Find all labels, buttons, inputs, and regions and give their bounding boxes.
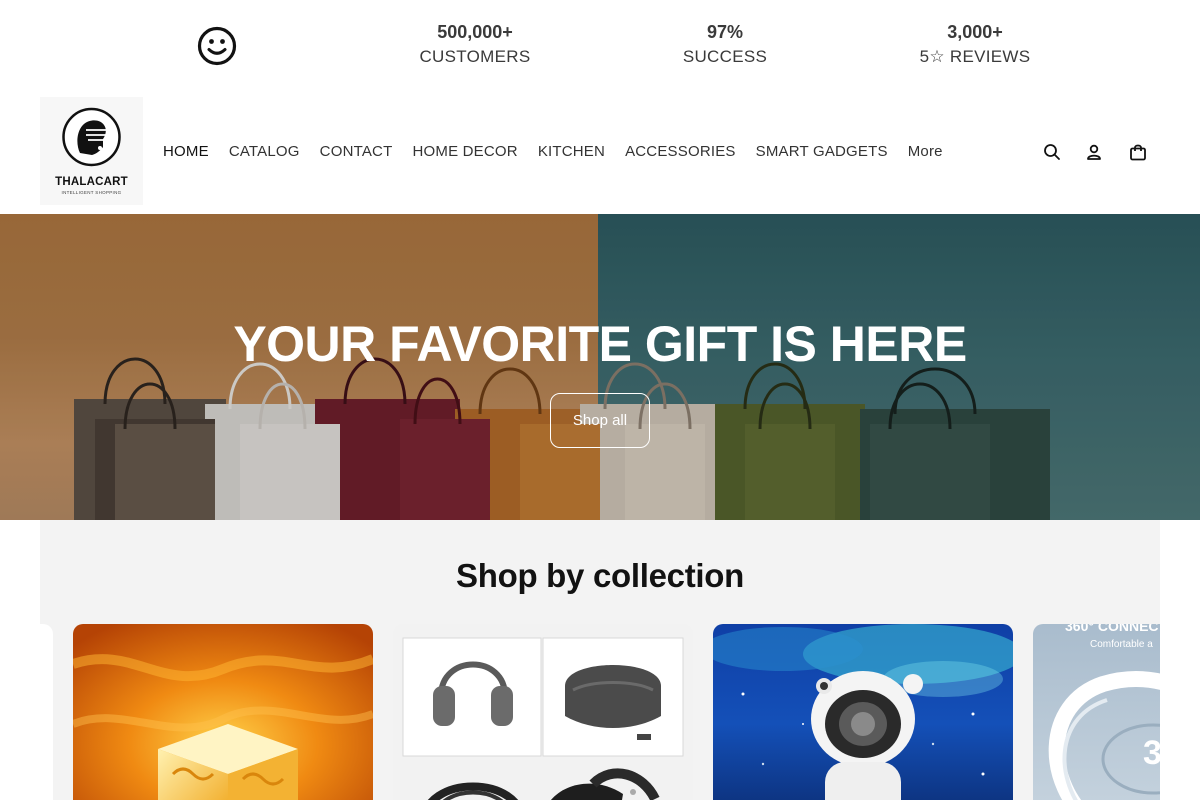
nav-smart-gadgets[interactable]: SMART GADGETS: [746, 141, 898, 163]
collection-section: Shop by collection 360° CONNEC Comfortab…: [40, 520, 1160, 800]
logo[interactable]: THALACART INTELLIGENT SHOPPING: [40, 97, 143, 205]
shop-all-button[interactable]: Shop all: [550, 393, 650, 448]
collection-card-edge[interactable]: [40, 624, 53, 800]
nav-kitchen[interactable]: KITCHEN: [528, 141, 615, 163]
lamp-image: [73, 624, 373, 800]
collection-title: Shop by collection: [456, 557, 744, 594]
neck-fan-360-label: 36: [1143, 734, 1160, 772]
neck-fan-subtext: Comfortable a: [1090, 639, 1153, 650]
main-nav: HOME CATALOG CONTACT HOME DECOR KITCHEN …: [153, 141, 953, 163]
stat-value: 3,000+: [947, 22, 1003, 42]
smiley-icon: [197, 26, 237, 66]
collection-card-headphones[interactable]: [393, 624, 693, 800]
hero-banner: YOUR FAVORITE GIFT IS HERE Shop all: [0, 214, 1200, 520]
neck-fan-heading: 360° CONNECTIO: [1065, 624, 1160, 634]
headphones-image: [393, 624, 693, 800]
stat-customers: 500,000+ CUSTOMERS: [375, 20, 575, 70]
neck-fan-image: [1033, 624, 1160, 800]
collection-card-lamp[interactable]: [73, 624, 373, 800]
stat-label: SUCCESS: [682, 47, 768, 66]
nav-home-decor[interactable]: HOME DECOR: [402, 141, 527, 163]
stat-value: 97%: [706, 22, 744, 42]
logo-tagline: INTELLIGENT SHOPPING: [61, 190, 122, 195]
logo-mark-icon: [62, 107, 121, 167]
nav-home[interactable]: HOME: [153, 141, 219, 163]
collection-card-neck-fan[interactable]: 360° CONNECTIO Comfortable a 36: [1033, 624, 1160, 800]
nav-catalog[interactable]: CATALOG: [219, 141, 310, 163]
nav-contact[interactable]: CONTACT: [310, 141, 403, 163]
account-icon[interactable]: [1083, 141, 1105, 163]
nav-accessories[interactable]: ACCESSORIES: [615, 141, 746, 163]
stat-label: 5☆ REVIEWS: [919, 47, 1031, 66]
nav-more[interactable]: More: [898, 141, 953, 163]
astronaut-projector-image: [713, 624, 1013, 800]
hero-title: YOUR FAVORITE GIFT IS HERE: [233, 316, 967, 372]
stats-bar: 500,000+ CUSTOMERS 97% SUCCESS 3,000+ 5☆…: [0, 0, 1200, 92]
stat-label: CUSTOMERS: [419, 47, 531, 66]
site-header: THALACART INTELLIGENT SHOPPING HOME CATA…: [0, 92, 1200, 214]
stat-reviews: 3,000+ 5☆ REVIEWS: [875, 20, 1075, 70]
cart-icon[interactable]: [1127, 141, 1149, 163]
search-icon[interactable]: [1041, 141, 1063, 163]
logo-brand: THALACART: [55, 176, 128, 188]
stat-success: 97% SUCCESS: [625, 20, 825, 70]
collection-card-astronaut-projector[interactable]: [713, 624, 1013, 800]
stat-value: 500,000+: [437, 22, 513, 42]
